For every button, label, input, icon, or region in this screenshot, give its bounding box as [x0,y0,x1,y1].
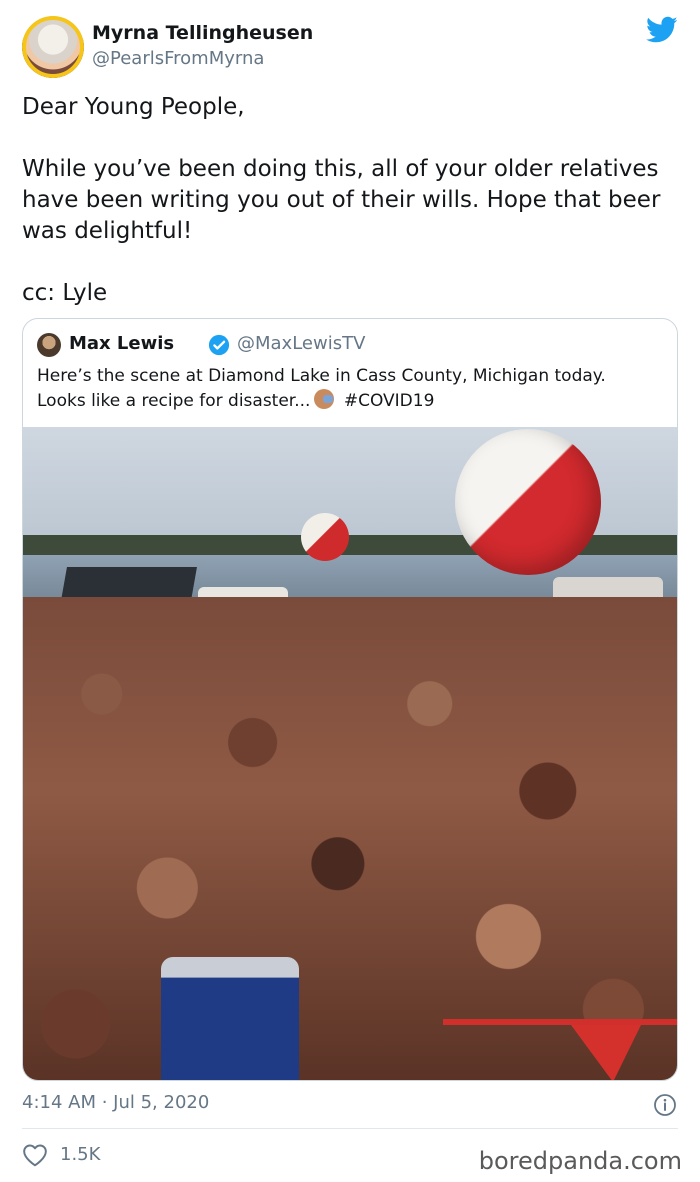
quoted-tweet-text: Here’s the scene at Diamond Lake in Cass… [37,364,657,414]
red-banner [443,1019,677,1025]
twitter-bird-icon[interactable] [646,16,678,44]
quoted-author-avatar[interactable] [37,333,61,357]
info-icon[interactable] [653,1093,677,1117]
verified-badge-icon [208,334,230,356]
hashtag-covid19[interactable]: #COVID19 [344,391,435,411]
tweet-body: Dear Young People, While you’ve been doi… [22,92,672,309]
tweet-line-greeting: Dear Young People, [22,94,245,120]
action-divider [22,1128,678,1129]
beach-ball-small [301,513,349,561]
quoted-author-name[interactable]: Max Lewis [69,333,174,354]
video-crowd [23,597,677,1080]
heart-icon[interactable] [22,1143,48,1167]
tweet-line-cc: cc: Lyle [22,280,108,306]
tweet-line-main: While you’ve been doing this, all of you… [22,156,661,244]
likes-count[interactable]: 1.5K [60,1144,100,1165]
beer-can [161,957,299,1080]
avatar-ring [22,16,84,78]
quoted-tweet-card[interactable]: Max Lewis @MaxLewisTV Here’s the scene a… [22,318,678,1081]
tweet-timestamp[interactable]: 4:14 AM · Jul 5, 2020 [22,1092,209,1113]
quoted-tweet-video[interactable] [23,427,677,1080]
beach-ball-large [455,429,601,575]
author-avatar[interactable] [22,16,84,78]
facepalm-emoji-icon [314,389,335,409]
quoted-author-handle[interactable]: @MaxLewisTV [237,333,365,354]
boredpanda-watermark: boredpanda.com [478,1147,682,1175]
author-handle[interactable]: @PearlsFromMyrna [92,48,264,69]
author-name[interactable]: Myrna Tellingheusen [92,22,313,44]
